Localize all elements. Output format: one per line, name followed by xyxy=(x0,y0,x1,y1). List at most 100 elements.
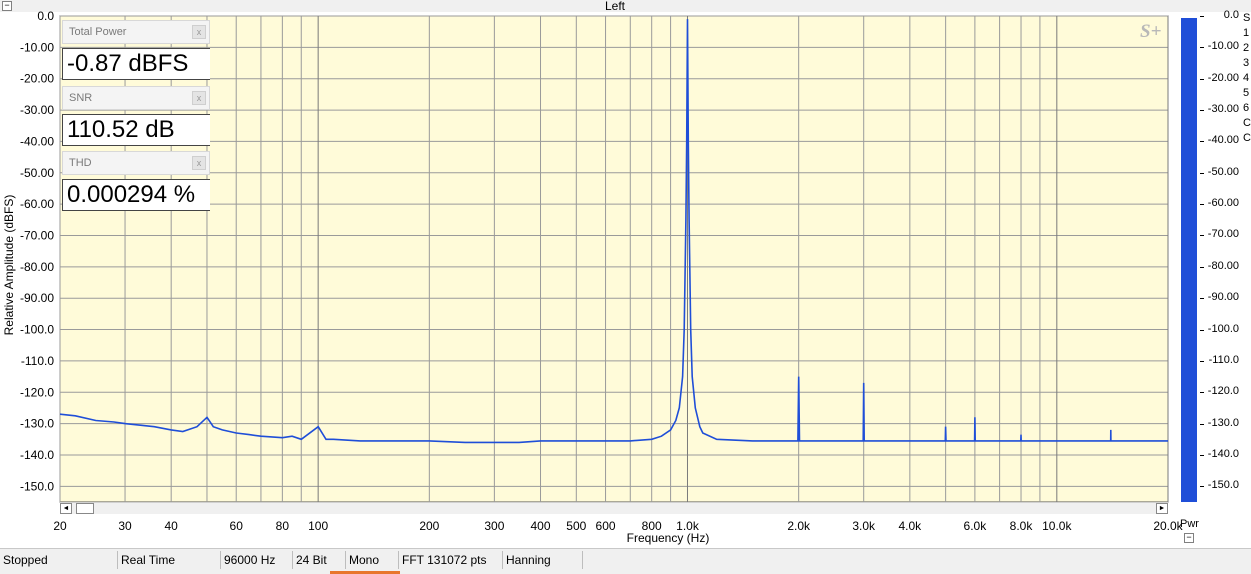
snr-panel-header: SNR xyxy=(62,86,210,110)
status-state: Stopped xyxy=(0,551,118,569)
total-power-title: Total Power xyxy=(69,26,127,38)
side-channel-item[interactable]: 1 xyxy=(1243,27,1249,39)
y-tick-label: -40.00 xyxy=(20,134,54,148)
meter-tick-label: -150.0 xyxy=(1207,479,1239,492)
total-power-value: -0.87 dBFS xyxy=(62,48,210,80)
y-tick-label: -20.00 xyxy=(20,72,54,86)
side-channel-item[interactable]: C xyxy=(1243,117,1251,129)
y-tick-label: -30.00 xyxy=(20,103,54,117)
y-tick-label: -70.00 xyxy=(20,228,54,242)
side-channel-item[interactable]: 2 xyxy=(1243,42,1249,54)
y-tick-label: 0.0 xyxy=(37,9,54,23)
thd-value: 0.000294 % xyxy=(62,179,210,211)
meter-tick-label: -30.00 xyxy=(1207,103,1239,116)
x-axis-label: Frequency (Hz) xyxy=(627,531,710,545)
meter-tick-label: -10.00 xyxy=(1207,40,1239,53)
y-tick-label: -130.0 xyxy=(20,417,54,431)
x-tick-label: 6.0k xyxy=(964,519,988,533)
meter-tick xyxy=(1200,16,1204,17)
power-meter-label: Pwr xyxy=(1180,518,1199,530)
x-tick-label: 500 xyxy=(566,519,586,533)
meter-tick-label: -20.00 xyxy=(1207,71,1239,84)
y-tick-label: -10.00 xyxy=(20,40,54,54)
logo-s-plus: S+ xyxy=(1140,21,1161,42)
meter-tick-label: -130.0 xyxy=(1207,416,1239,429)
status-channels: Mono xyxy=(346,551,399,569)
meter-tick-label: -40.00 xyxy=(1207,134,1239,147)
horizontal-scrollbar[interactable]: ◄ ► xyxy=(60,502,1168,514)
meter-tick xyxy=(1200,204,1204,206)
side-channel-item[interactable]: 6 xyxy=(1243,102,1249,114)
x-tick-label: 20 xyxy=(53,519,67,533)
thd-panel-header: THD xyxy=(62,151,210,175)
meter-tick-label: -110.0 xyxy=(1208,353,1239,366)
y-tick-label: -60.00 xyxy=(20,197,54,211)
meter-tick-label: -90.00 xyxy=(1207,291,1239,304)
side-channel-item[interactable]: 5 xyxy=(1243,87,1249,99)
x-tick-label: 40 xyxy=(165,519,179,533)
x-tick-label: 60 xyxy=(230,519,244,533)
x-tick-label: 8.0k xyxy=(1010,519,1034,533)
x-tick-label: 2.0k xyxy=(787,519,811,533)
meter-tick xyxy=(1200,235,1204,237)
y-tick-label: -80.00 xyxy=(20,260,54,274)
x-tick-label: 3.0k xyxy=(852,519,876,533)
y-axis-label: Relative Amplitude (dBFS) xyxy=(2,195,16,336)
meter-tick-label: -80.00 xyxy=(1207,259,1239,272)
y-tick-label: -120.0 xyxy=(20,385,54,399)
scroll-left-arrow-icon[interactable]: ◄ xyxy=(60,503,72,514)
status-mode: Real Time xyxy=(118,551,221,569)
meter-tick-label: -120.0 xyxy=(1207,385,1239,398)
x-tick-label: 600 xyxy=(596,519,616,533)
side-channel-list[interactable]: S 1 2 3 4 5 6 CC xyxy=(1242,12,1251,172)
side-channel-item[interactable]: S xyxy=(1243,12,1250,24)
snr-value: 110.52 dB xyxy=(62,114,210,146)
status-window: Hanning xyxy=(503,551,583,569)
meter-tick xyxy=(1200,298,1204,300)
spectrum-plot[interactable]: 0.0 -10.00 -20.00 -30.00 -40.00 -50.00 -60.00 -… xyxy=(0,0,1251,548)
meter-tick xyxy=(1200,141,1204,143)
y-tick-label: -110.0 xyxy=(21,354,54,368)
meter-tick-label: -50.00 xyxy=(1207,165,1239,178)
meter-collapse-button[interactable]: − xyxy=(1184,533,1194,543)
scroll-right-arrow-icon[interactable]: ► xyxy=(1156,503,1168,514)
x-tick-labels: 20 30 40 60 80 100 200 300 400 500 600 800 1.0k 2.0k 3… xyxy=(53,519,1183,533)
x-tick-label: 30 xyxy=(118,519,132,533)
meter-tick-label: -70.00 xyxy=(1207,228,1239,241)
y-tick-labels: 0.0 -10.00 -20.00 -30.00 -40.00 -50.00 -60.00 -… xyxy=(20,9,54,493)
side-channel-item[interactable]: 4 xyxy=(1243,72,1249,84)
snr-title: SNR xyxy=(69,92,93,104)
x-tick-label: 200 xyxy=(419,519,439,533)
x-tick-label: 4.0k xyxy=(899,519,923,533)
x-tick-label: 80 xyxy=(276,519,290,533)
y-tick-label: -140.0 xyxy=(20,448,54,462)
status-sample-rate: 96000 Hz xyxy=(221,551,293,569)
meter-tick-label: 0.0 xyxy=(1223,9,1239,21)
meter-tick xyxy=(1200,266,1204,268)
snr-close-button[interactable]: x xyxy=(192,91,206,105)
y-tick-label: -50.00 xyxy=(20,166,54,180)
thd-close-button[interactable]: x xyxy=(192,156,206,170)
meter-tick-label: -140.0 xyxy=(1207,447,1239,460)
meter-tick-label: -60.00 xyxy=(1207,197,1239,210)
x-tick-label: 10.0k xyxy=(1042,519,1072,533)
plot-area xyxy=(59,15,1169,503)
meter-tick xyxy=(1200,423,1204,425)
scrollbar-thumb[interactable] xyxy=(76,503,94,514)
total-power-close-button[interactable]: x xyxy=(192,25,206,39)
side-channel-item[interactable]: 3 xyxy=(1243,57,1249,69)
meter-tick xyxy=(1200,454,1204,456)
status-bar: Stopped Real Time 96000 Hz 24 Bit Mono F… xyxy=(0,548,1251,574)
meter-tick xyxy=(1200,392,1204,394)
power-meter-bar xyxy=(1181,18,1197,502)
thd-title: THD xyxy=(69,157,92,169)
y-tick-label: -100.0 xyxy=(20,323,54,337)
side-channel-item[interactable]: C xyxy=(1243,132,1251,144)
meter-tick-label: -100.0 xyxy=(1207,322,1239,335)
y-tick-label: -90.00 xyxy=(20,291,54,305)
meter-tick xyxy=(1200,486,1204,488)
x-tick-label: 400 xyxy=(530,519,550,533)
meter-tick xyxy=(1200,110,1204,112)
meter-tick xyxy=(1200,329,1204,331)
meter-tick xyxy=(1200,47,1204,49)
